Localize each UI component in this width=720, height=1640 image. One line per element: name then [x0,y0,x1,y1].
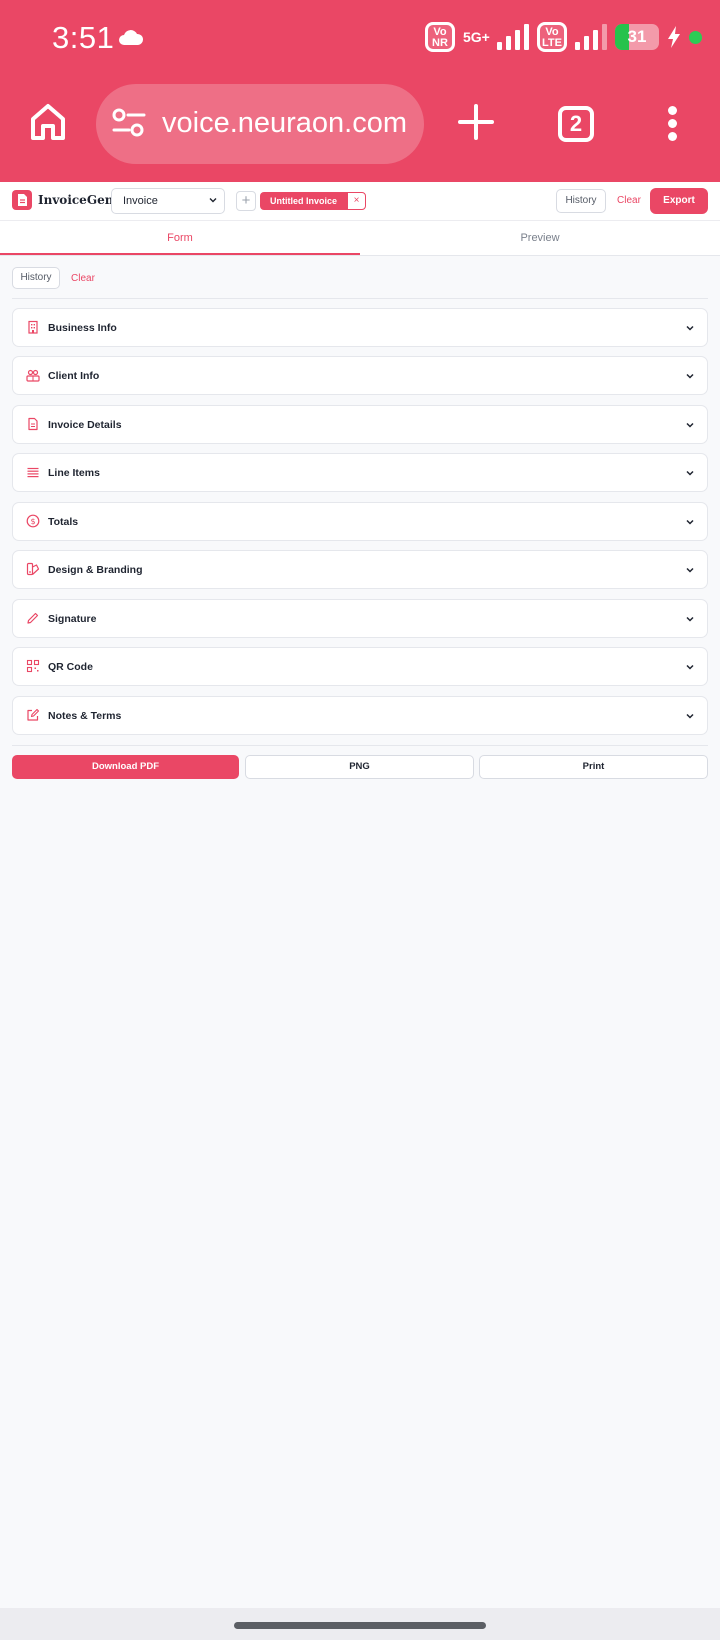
chevron-down-icon [686,567,694,573]
section-label: Client Info [48,370,100,382]
edit-icon [27,708,40,721]
signal-icon-2 [575,24,607,50]
pen-icon [27,612,39,624]
list-icon [27,467,39,478]
section-label: QR Code [48,661,93,673]
document-type-value: Invoice [123,195,158,207]
home-icon[interactable] [28,102,68,142]
form-clear-button[interactable]: Clear [71,273,95,284]
export-button[interactable]: Export [650,188,708,214]
tab-switcher-button[interactable]: 2 [558,106,594,142]
dollar-icon: $ [26,514,40,528]
png-button[interactable]: PNG [245,755,474,779]
url-bar[interactable]: voice.neuraon.com [96,84,424,164]
system-nav-bar [0,1608,720,1640]
document-logo-icon [18,194,27,206]
section-label: Line Items [48,467,100,479]
add-document-button[interactable]: + [236,191,256,211]
battery-indicator: 31 [615,24,659,50]
section-label: Notes & Terms [48,710,122,722]
site-settings-icon[interactable] [112,108,146,138]
browser-menu-icon[interactable] [664,106,680,142]
view-tabs: Form Preview [0,221,720,256]
chevron-down-icon [209,198,217,203]
app-name: InvoiceGen [38,193,114,207]
document-type-select[interactable]: Invoice [111,188,225,214]
cloud-icon [119,30,144,45]
section-client-info[interactable]: Client Info [12,356,708,395]
section-label: Signature [48,613,97,625]
print-button[interactable]: Print [479,755,708,779]
section-invoice-details[interactable]: Invoice Details [12,405,708,444]
section-label: Totals [48,516,79,528]
section-business-info[interactable]: Business Info [12,308,708,347]
tab-form[interactable]: Form [0,221,360,255]
app-logo-icon [12,190,32,210]
chevron-down-icon [686,664,694,670]
app-toolbar: InvoiceGen Invoice + Untitled Invoice × … [0,182,720,221]
browser-chrome: 3:51 Vo NR 5G+ Vo LTE 31 voice.neuraon.c… [0,0,720,182]
section-label: Invoice Details [48,419,122,431]
status-icons: Vo NR 5G+ Vo LTE 31 [425,22,702,52]
qr-code-icon [26,659,40,673]
svg-text:$: $ [30,517,35,526]
users-icon [26,369,40,382]
divider [12,298,708,299]
section-totals[interactable]: $ Totals [12,502,708,541]
document-tab[interactable]: Untitled Invoice [260,192,347,210]
status-time: 3:51 [52,20,115,55]
palette-icon [26,562,40,576]
section-qr-code[interactable]: QR Code [12,647,708,686]
volte-badge: Vo LTE [537,22,567,52]
privacy-indicator-dot [689,30,702,44]
section-label: Design & Branding [48,564,143,576]
section-line-items[interactable]: Line Items [12,453,708,492]
divider [12,745,708,746]
chevron-down-icon [686,470,694,476]
chevron-down-icon [686,713,694,719]
chevron-down-icon [686,422,694,428]
close-document-tab-button[interactable]: × [347,192,366,210]
network-5g-label: 5G+ [463,29,490,45]
document-icon [28,417,38,431]
chevron-down-icon [686,519,694,525]
chevron-down-icon [686,325,694,331]
signal-icon [497,24,529,50]
section-design-branding[interactable]: Design & Branding [12,550,708,589]
battery-level: 31 [627,27,647,46]
download-pdf-button[interactable]: Download PDF [12,755,239,779]
building-icon [28,320,38,334]
new-tab-icon[interactable] [458,104,494,140]
url-text[interactable]: voice.neuraon.com [162,107,412,140]
form-history-button[interactable]: History [12,267,60,289]
section-notes-terms[interactable]: Notes & Terms [12,696,708,735]
section-signature[interactable]: Signature [12,599,708,638]
clear-button[interactable]: Clear [617,195,641,206]
chevron-down-icon [686,616,694,622]
vonr-badge: Vo NR [425,22,455,52]
tab-preview[interactable]: Preview [360,221,720,255]
gesture-handle[interactable] [234,1622,486,1629]
history-button[interactable]: History [556,189,606,213]
section-label: Business Info [48,322,117,334]
charging-icon [668,26,680,48]
chevron-down-icon [686,373,694,379]
